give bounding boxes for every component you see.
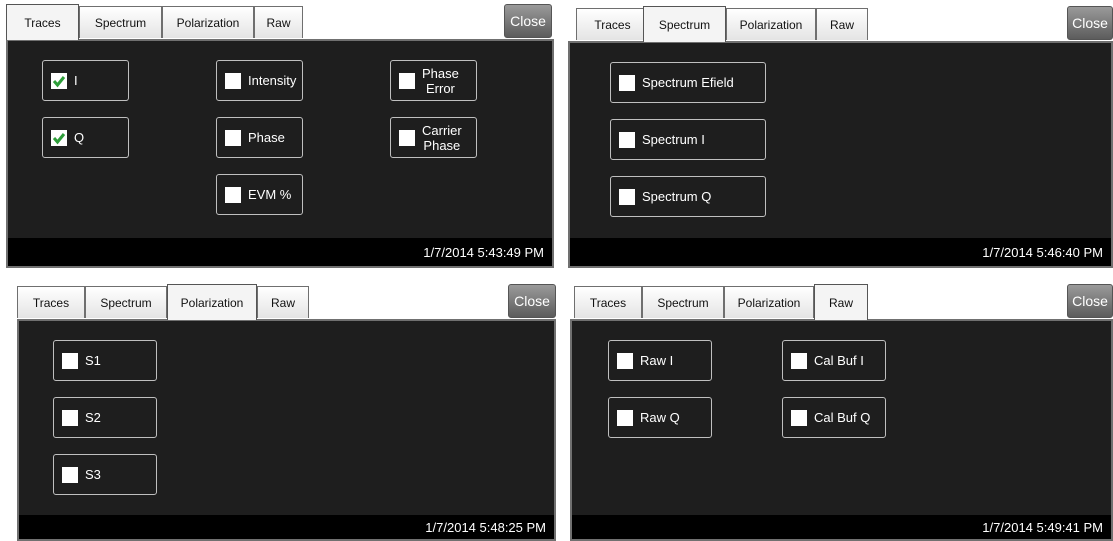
checkbox-box bbox=[791, 352, 807, 369]
checkbox-box bbox=[619, 131, 635, 148]
checkbox-carrier-phase[interactable]: Carrier Phase bbox=[390, 117, 477, 158]
tab-traces[interactable]: Traces bbox=[17, 286, 85, 318]
checkbox-label: Q bbox=[74, 130, 85, 145]
tab-polarization[interactable]: Polarization bbox=[167, 284, 257, 320]
checkbox-label: Carrier Phase bbox=[422, 122, 462, 153]
checkbox-cal-buf-q[interactable]: Cal Buf Q bbox=[782, 397, 886, 438]
timestamp: 1/7/2014 5:49:41 PM bbox=[982, 519, 1103, 535]
tab-polarization[interactable]: Polarization bbox=[162, 6, 254, 38]
checkbox-label: Raw I bbox=[640, 353, 674, 368]
tab-bar: Traces Spectrum Polarization Raw Close bbox=[570, 284, 1113, 320]
panel-spectrum: Traces Spectrum Polarization Raw Close S… bbox=[568, 6, 1113, 268]
checkbox-phase[interactable]: Phase bbox=[216, 117, 303, 158]
checkbox-label: Spectrum Q bbox=[642, 189, 712, 204]
checkbox-box bbox=[617, 352, 633, 369]
checkbox-s3[interactable]: S3 bbox=[53, 454, 157, 495]
tab-traces[interactable]: Traces bbox=[576, 8, 649, 40]
close-button[interactable]: Close bbox=[508, 284, 556, 318]
tab-spectrum[interactable]: Spectrum bbox=[643, 6, 726, 42]
tab-bar: Traces Spectrum Polarization Raw Close bbox=[568, 6, 1113, 42]
panel-body: S1 S2 S3 1/7/2014 5:48:25 PM bbox=[17, 319, 556, 541]
checkbox-label: Phase bbox=[248, 130, 285, 145]
tab-bar: Traces Spectrum Polarization Raw Close bbox=[6, 4, 554, 40]
panel-body: Spectrum Efield Spectrum I Spectrum Q 1/… bbox=[568, 41, 1113, 268]
tab-raw[interactable]: Raw bbox=[814, 284, 868, 320]
checkbox-label: S2 bbox=[85, 410, 101, 425]
checkbox-cal-buf-i[interactable]: Cal Buf I bbox=[782, 340, 886, 381]
checkbox-raw-q[interactable]: Raw Q bbox=[608, 397, 712, 438]
tab-raw[interactable]: Raw bbox=[816, 8, 868, 40]
status-bar: 1/7/2014 5:49:41 PM bbox=[572, 515, 1111, 539]
tab-spectrum[interactable]: Spectrum bbox=[79, 6, 162, 38]
checkbox-box bbox=[51, 72, 67, 89]
panel-polarization: Traces Spectrum Polarization Raw Close S… bbox=[17, 284, 556, 541]
panel-traces: Traces Spectrum Polarization Raw Close I… bbox=[6, 4, 554, 268]
close-button[interactable]: Close bbox=[1067, 6, 1113, 40]
checkbox-label: Spectrum Efield bbox=[642, 75, 734, 90]
checkbox-box bbox=[619, 74, 635, 91]
checkbox-q[interactable]: Q bbox=[42, 117, 129, 158]
checkbox-spectrum-q[interactable]: Spectrum Q bbox=[610, 176, 766, 217]
checkbox-s2[interactable]: S2 bbox=[53, 397, 157, 438]
checkbox-spectrum-efield[interactable]: Spectrum Efield bbox=[610, 62, 766, 103]
checkbox-raw-i[interactable]: Raw I bbox=[608, 340, 712, 381]
checkbox-label: I bbox=[74, 73, 78, 88]
panel-body: I Q Intensity Phase EVM % Phase Error Ca… bbox=[6, 39, 554, 268]
checkmark-icon bbox=[52, 75, 66, 87]
checkbox-evm[interactable]: EVM % bbox=[216, 174, 303, 215]
checkbox-label: Cal Buf I bbox=[814, 353, 864, 368]
checkbox-box bbox=[399, 72, 415, 89]
tab-bar: Traces Spectrum Polarization Raw Close bbox=[17, 284, 556, 320]
status-bar: 1/7/2014 5:43:49 PM bbox=[8, 238, 552, 266]
close-button[interactable]: Close bbox=[1067, 284, 1113, 318]
checkbox-i[interactable]: I bbox=[42, 60, 129, 101]
checkbox-label: EVM % bbox=[248, 187, 292, 202]
checkbox-label: S1 bbox=[85, 353, 101, 368]
checkbox-box bbox=[225, 129, 241, 146]
tab-traces[interactable]: Traces bbox=[6, 4, 79, 40]
status-bar: 1/7/2014 5:48:25 PM bbox=[19, 515, 554, 539]
panel-body: Raw I Raw Q Cal Buf I Cal Buf Q 1/7/2014… bbox=[570, 319, 1113, 541]
checkbox-box bbox=[225, 186, 241, 203]
checkbox-intensity[interactable]: Intensity bbox=[216, 60, 303, 101]
tab-polarization[interactable]: Polarization bbox=[724, 286, 814, 318]
checkbox-box bbox=[399, 129, 415, 146]
panel-raw: Traces Spectrum Polarization Raw Close R… bbox=[570, 284, 1113, 541]
tab-raw[interactable]: Raw bbox=[254, 6, 303, 38]
checkbox-box bbox=[225, 72, 241, 89]
checkbox-box bbox=[619, 188, 635, 205]
timestamp: 1/7/2014 5:46:40 PM bbox=[982, 244, 1103, 260]
tab-polarization[interactable]: Polarization bbox=[726, 8, 816, 40]
checkbox-label: Raw Q bbox=[640, 410, 680, 425]
checkbox-label: S3 bbox=[85, 467, 101, 482]
checkbox-s1[interactable]: S1 bbox=[53, 340, 157, 381]
timestamp: 1/7/2014 5:43:49 PM bbox=[423, 244, 544, 260]
checkbox-phase-error[interactable]: Phase Error bbox=[390, 60, 477, 101]
tab-traces[interactable]: Traces bbox=[574, 286, 642, 318]
timestamp: 1/7/2014 5:48:25 PM bbox=[425, 519, 546, 535]
checkbox-label: Spectrum I bbox=[642, 132, 705, 147]
checkbox-box bbox=[791, 409, 807, 426]
tab-spectrum[interactable]: Spectrum bbox=[85, 286, 167, 318]
checkbox-box bbox=[62, 352, 78, 369]
tab-spectrum[interactable]: Spectrum bbox=[642, 286, 724, 318]
checkbox-box bbox=[51, 129, 67, 146]
tab-raw[interactable]: Raw bbox=[257, 286, 309, 318]
checkbox-box bbox=[62, 466, 78, 483]
checkbox-box bbox=[62, 409, 78, 426]
checkbox-box bbox=[617, 409, 633, 426]
status-bar: 1/7/2014 5:46:40 PM bbox=[570, 238, 1111, 266]
checkbox-label: Cal Buf Q bbox=[814, 410, 871, 425]
checkbox-spectrum-i[interactable]: Spectrum I bbox=[610, 119, 766, 160]
close-button[interactable]: Close bbox=[504, 4, 552, 38]
checkmark-icon bbox=[52, 132, 66, 144]
checkbox-label: Intensity bbox=[248, 73, 297, 88]
checkbox-label: Phase Error bbox=[422, 65, 459, 96]
